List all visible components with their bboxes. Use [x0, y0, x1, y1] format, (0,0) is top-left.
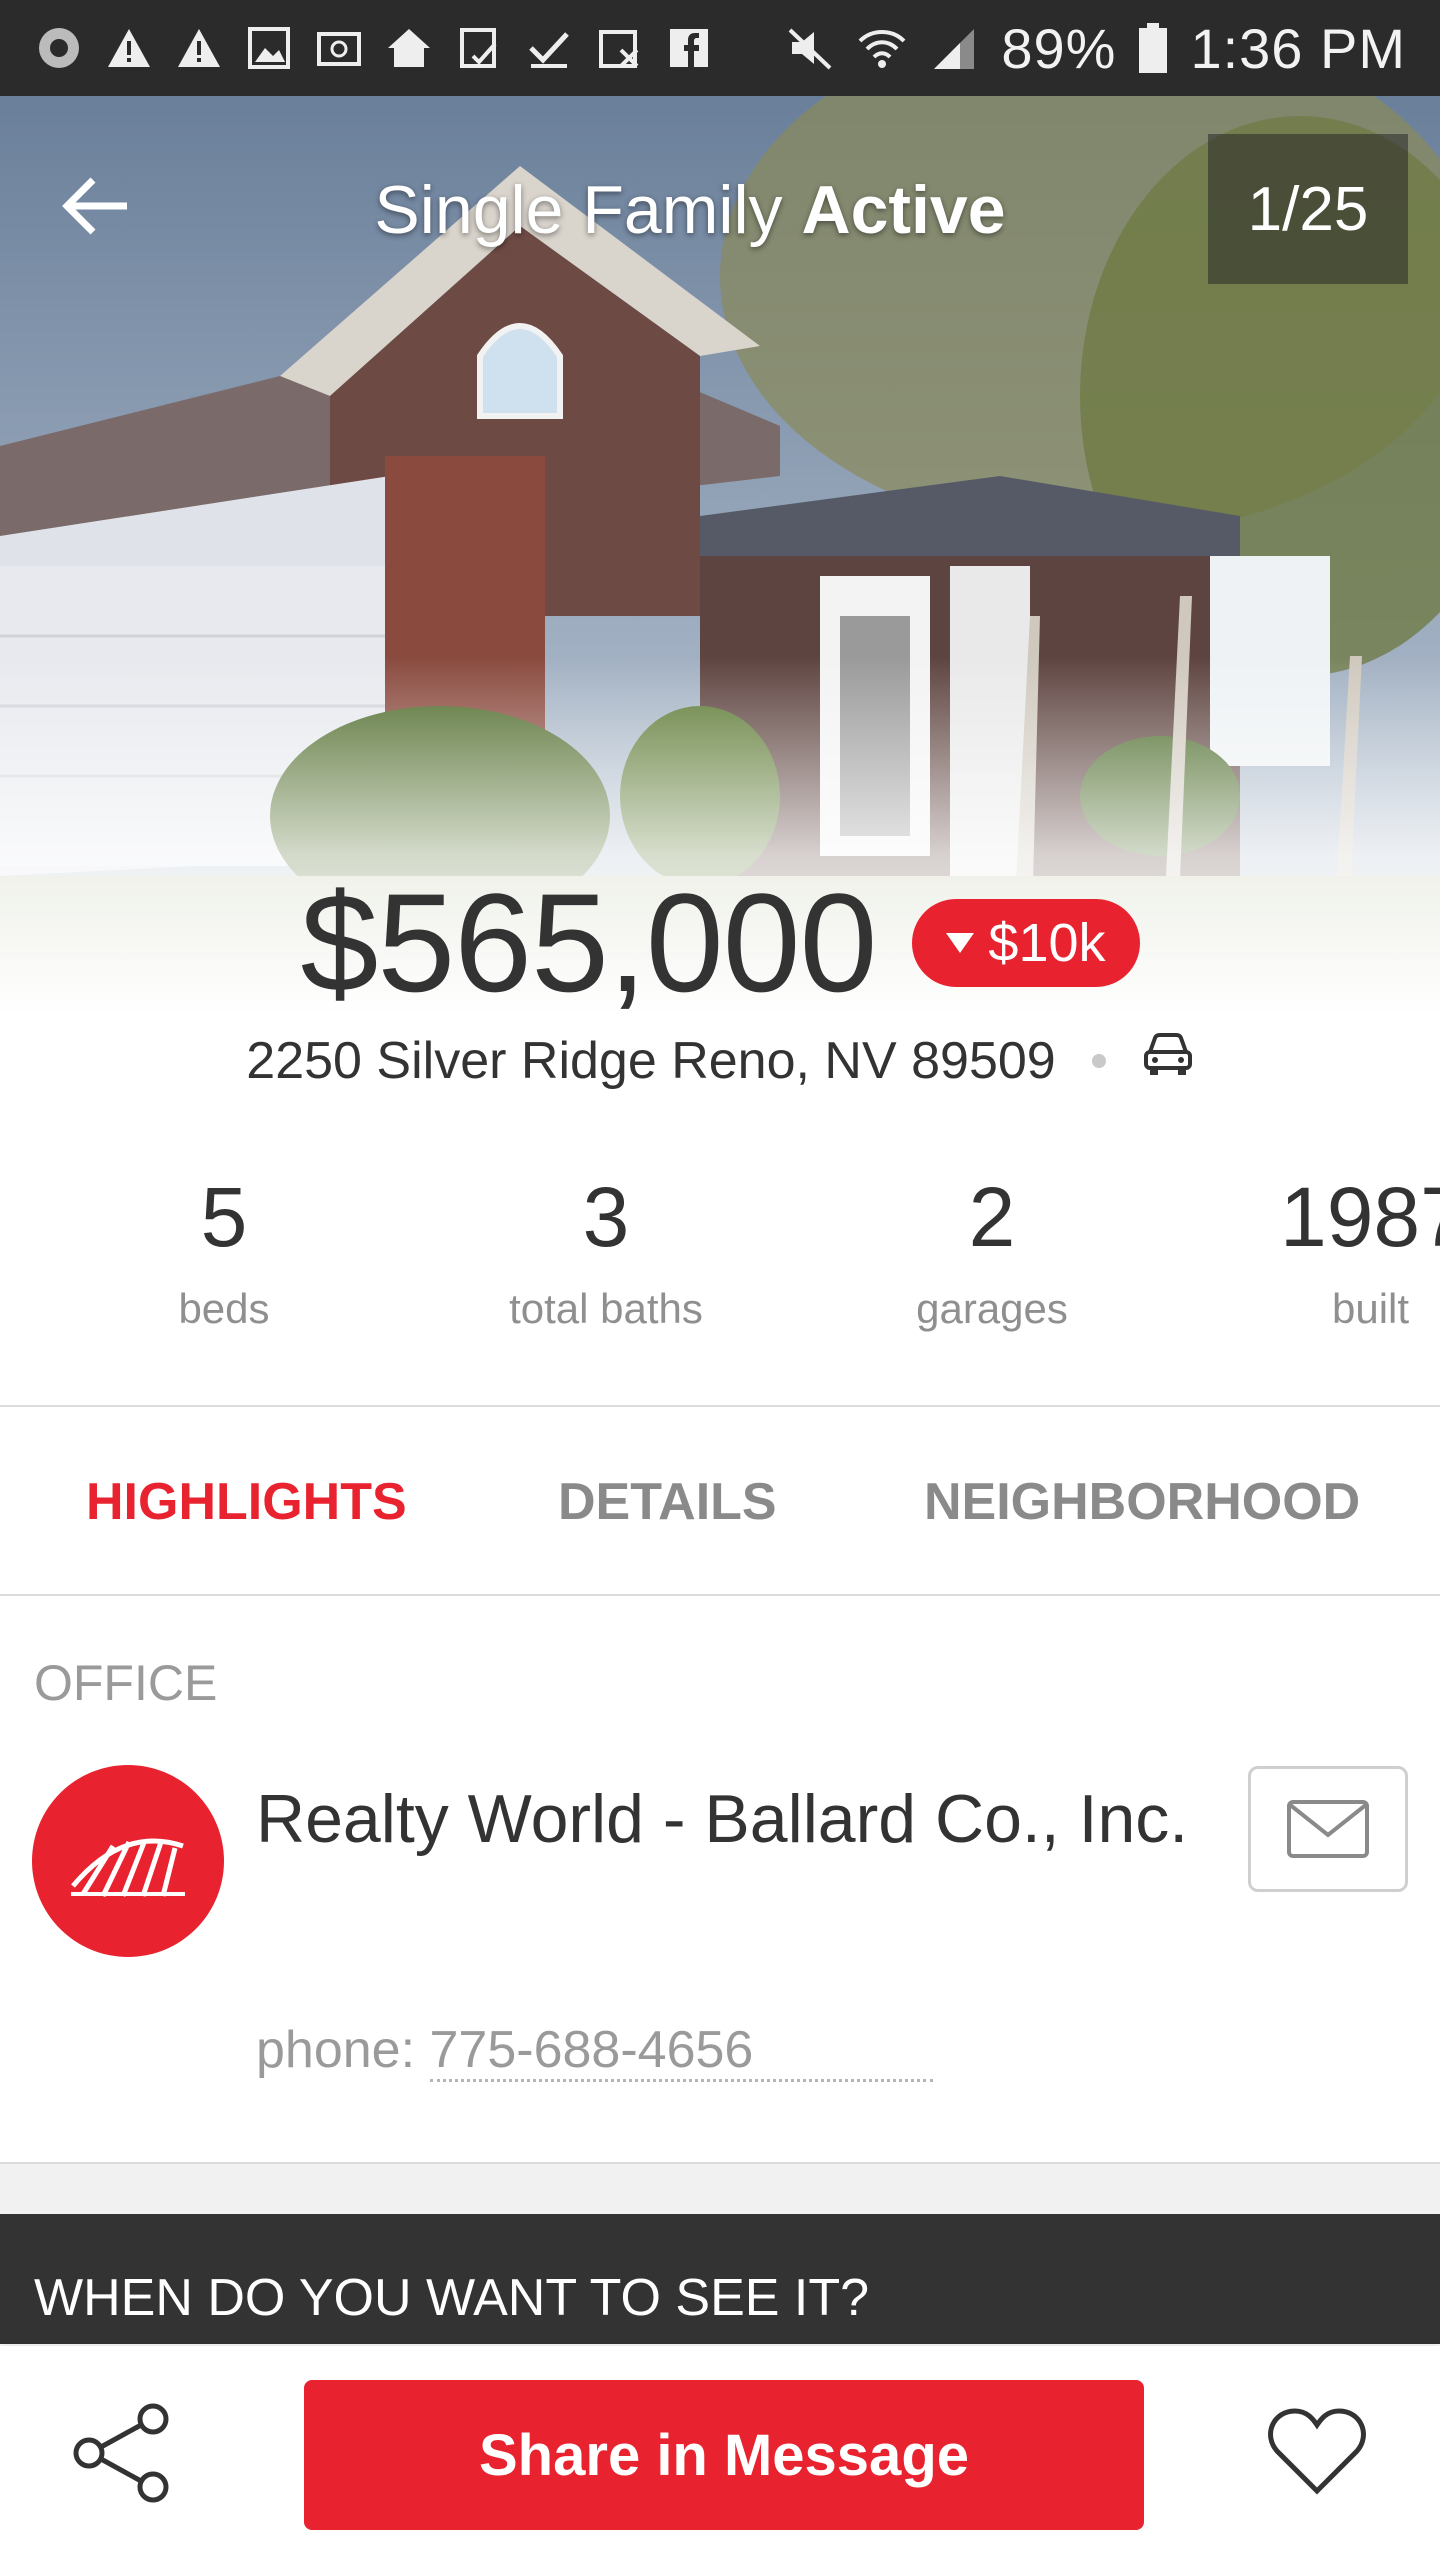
envelope-icon: [1287, 1800, 1369, 1858]
mute-icon: [785, 23, 835, 73]
office-logo: [32, 1765, 224, 1957]
email-office-button[interactable]: [1248, 1766, 1408, 1892]
tab-details[interactable]: DETAILS: [558, 1472, 777, 1532]
schedule-section-header: WHEN DO YOU WANT TO SEE IT?: [0, 2214, 1440, 2344]
battery-icon: [1138, 23, 1168, 73]
price-change-badge: $10k: [912, 899, 1140, 987]
stat-baths: 3 total baths: [446, 1175, 766, 1333]
office-phone-row: phone: 775-688-4656: [256, 2020, 934, 2082]
stat-label: garages: [916, 1285, 1068, 1332]
property-type: Single Family: [374, 172, 783, 248]
office-name: Realty World - Ballard Co., Inc.: [256, 1781, 1189, 1857]
stat-built: 1987 built: [1216, 1175, 1440, 1333]
triangle-down-icon: [946, 933, 975, 953]
note-icon: [454, 23, 504, 73]
check-icon: [524, 23, 574, 73]
clock: 1:36 PM: [1190, 16, 1406, 80]
schedule-heading: WHEN DO YOU WANT TO SEE IT?: [34, 2269, 870, 2327]
divider: [0, 1594, 1440, 1596]
listing-status: Active: [801, 172, 1006, 248]
warning-icon: [104, 23, 154, 73]
stat-label: beds: [178, 1285, 270, 1332]
property-stats: 5 beds 3 total baths 2 garages 1987 buil…: [0, 1175, 1440, 1355]
bottom-action-bar: Share in Message: [0, 2346, 1440, 2560]
stat-label: total baths: [509, 1285, 703, 1332]
facebook-icon: [664, 23, 714, 73]
firefox-icon: [34, 23, 84, 73]
heart-icon: [1268, 2408, 1366, 2495]
photo-counter[interactable]: 1/25: [1208, 134, 1408, 284]
office-section-label: OFFICE: [34, 1655, 218, 1711]
price-row: $565,000 $10k: [0, 864, 1440, 1021]
favorite-button[interactable]: [1262, 2396, 1372, 2506]
share-icon: [73, 2403, 169, 2503]
share-in-message-button[interactable]: Share in Message: [304, 2380, 1144, 2530]
section-gap: [0, 2162, 1440, 2214]
office-phone-link[interactable]: 775-688-4656: [429, 2021, 934, 2082]
wifi-icon: [857, 23, 907, 73]
page-title: Single Family Active: [0, 171, 1380, 249]
stat-garages: 2 garages: [832, 1175, 1152, 1333]
status-bar: 89% 1:36 PM: [0, 0, 1440, 96]
email-icon: [314, 23, 364, 73]
home-icon: [384, 23, 434, 73]
car-icon[interactable]: [1142, 1030, 1194, 1091]
phone-label: phone:: [256, 2021, 416, 2079]
divider: [0, 1405, 1440, 1407]
battery-percent: 89%: [1001, 16, 1117, 80]
realty-world-logo-icon: [71, 1838, 185, 1898]
stat-value: 1987: [1280, 1175, 1440, 1264]
stat-value: 3: [582, 1170, 630, 1264]
listing-price: $565,000: [300, 864, 877, 1021]
separator-dot: [1091, 1053, 1106, 1068]
image-icon: [244, 23, 294, 73]
listing-address[interactable]: 2250 Silver Ridge Reno, NV 89509: [246, 1031, 1055, 1091]
calendar-icon: [594, 23, 644, 73]
price-change-value: $10k: [988, 913, 1106, 973]
stat-value: 5: [200, 1170, 248, 1264]
tab-highlights[interactable]: HIGHLIGHTS: [86, 1472, 407, 1532]
warning-icon: [174, 23, 224, 73]
stat-beds: 5 beds: [64, 1175, 384, 1333]
section-tabs: HIGHLIGHTS DETAILS NEIGHBORHOOD: [0, 1408, 1440, 1596]
notification-icons: [34, 23, 714, 73]
stat-value: 2: [968, 1170, 1016, 1264]
share-button[interactable]: [68, 2398, 178, 2508]
address-row: 2250 Silver Ridge Reno, NV 89509: [0, 1030, 1440, 1091]
signal-icon: [929, 23, 979, 73]
system-status: 89% 1:36 PM: [785, 16, 1406, 81]
tab-neighborhood[interactable]: NEIGHBORHOOD: [924, 1472, 1360, 1532]
stat-label: built: [1332, 1285, 1410, 1332]
